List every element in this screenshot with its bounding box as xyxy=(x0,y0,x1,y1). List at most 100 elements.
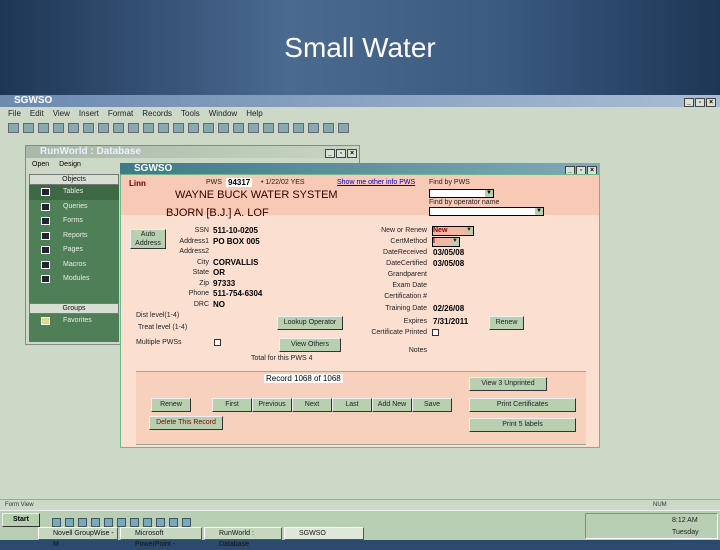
task-powerpoint[interactable]: Microsoft PowerPoint - xyxy=(120,527,202,548)
delete-record-button[interactable]: Delete This Record xyxy=(149,416,223,430)
field-value[interactable]: OR xyxy=(213,268,225,277)
field-value[interactable]: 511-10-0205 xyxy=(213,226,258,235)
calculator-icon[interactable] xyxy=(104,518,113,527)
menu-view[interactable]: View xyxy=(53,109,70,118)
find-pws-combo[interactable]: ▼ xyxy=(429,189,494,198)
folder-icon[interactable] xyxy=(78,518,87,527)
pws-field[interactable]: 94317 xyxy=(226,178,253,187)
object-modules[interactable]: Modules xyxy=(29,272,119,287)
cut-icon[interactable] xyxy=(83,123,94,133)
menu-tools[interactable]: Tools xyxy=(181,109,200,118)
last-button[interactable]: Last xyxy=(332,398,372,412)
filter-selection-icon[interactable] xyxy=(203,123,214,133)
other-info-link[interactable]: Show me other info PWS xyxy=(337,179,415,186)
lookup-operator-button[interactable]: Lookup Operator xyxy=(277,316,343,330)
menu-window[interactable]: Window xyxy=(209,109,237,118)
open-button[interactable]: Open xyxy=(32,161,49,168)
menu-records[interactable]: Records xyxy=(142,109,172,118)
nav-renew-button[interactable]: Renew xyxy=(151,398,191,412)
help-icon[interactable] xyxy=(338,123,349,133)
copy-icon[interactable] xyxy=(98,123,109,133)
hyperlink-icon[interactable] xyxy=(158,123,169,133)
print-preview-icon[interactable] xyxy=(53,123,64,133)
task-groupwise[interactable]: Novell GroupWise - M xyxy=(38,527,118,548)
object-forms[interactable]: Forms xyxy=(29,214,119,229)
format-painter-icon[interactable] xyxy=(128,123,139,133)
restore-button[interactable]: ▫ xyxy=(695,98,705,107)
task-runworld[interactable]: RunWorld : Database xyxy=(204,527,282,548)
word-icon[interactable] xyxy=(169,518,178,527)
find-name-combo[interactable]: ▼ xyxy=(429,207,544,216)
objects-header[interactable]: Objects xyxy=(29,174,119,185)
object-queries[interactable]: Queries xyxy=(29,200,119,215)
find-icon[interactable] xyxy=(248,123,259,133)
cert-field-value[interactable]: 03/05/08 xyxy=(433,248,464,257)
add-new-button[interactable]: Add New xyxy=(372,398,412,412)
previous-button[interactable]: Previous xyxy=(252,398,292,412)
field-value[interactable]: 511-754-6304 xyxy=(213,289,262,298)
desktop-icon[interactable] xyxy=(91,518,100,527)
new-object-icon[interactable] xyxy=(323,123,334,133)
object-macros[interactable]: Macros xyxy=(29,258,119,273)
menu-edit[interactable]: Edit xyxy=(30,109,44,118)
save-icon[interactable] xyxy=(23,123,34,133)
spelling-icon[interactable] xyxy=(68,123,79,133)
print-labels-button[interactable]: Print 5 labels xyxy=(469,418,576,432)
app-icon[interactable] xyxy=(117,518,126,527)
object-pages[interactable]: Pages xyxy=(29,243,119,258)
field-value[interactable]: 97333 xyxy=(213,279,235,288)
properties-icon[interactable] xyxy=(293,123,304,133)
save-button[interactable]: Save xyxy=(412,398,452,412)
next-button[interactable]: Next xyxy=(292,398,332,412)
menu-format[interactable]: Format xyxy=(108,109,133,118)
db-minimize-button[interactable]: _ xyxy=(325,149,335,158)
db-maximize-button[interactable]: ▫ xyxy=(336,149,346,158)
groups-header[interactable]: Groups xyxy=(29,302,119,314)
task-sgwso[interactable]: SGWSO xyxy=(284,527,364,540)
cert-field-value[interactable]: 02/26/08 xyxy=(433,304,464,313)
view-icon[interactable] xyxy=(8,123,19,133)
cert-field-value[interactable]: 03/05/08 xyxy=(433,259,464,268)
menu-insert[interactable]: Insert xyxy=(79,109,99,118)
outlook-icon[interactable] xyxy=(65,518,74,527)
filter-form-icon[interactable] xyxy=(218,123,229,133)
menu-file[interactable]: File xyxy=(8,109,21,118)
view-unprinted-button[interactable]: View 3 Unprinted xyxy=(469,377,547,391)
field-value[interactable]: NO xyxy=(213,300,225,309)
sort-ascending-icon[interactable] xyxy=(173,123,184,133)
print-icon[interactable] xyxy=(38,123,49,133)
database-window-icon[interactable] xyxy=(308,123,319,133)
menu-help[interactable]: Help xyxy=(246,109,262,118)
print-certificates-button[interactable]: Print Certificates xyxy=(469,398,576,412)
clock-icon[interactable] xyxy=(182,518,191,527)
db-close-button[interactable]: × xyxy=(347,149,357,158)
new-record-icon[interactable] xyxy=(263,123,274,133)
object-reports[interactable]: Reports xyxy=(29,229,119,244)
multiple-pws-checkbox[interactable] xyxy=(214,339,221,346)
cert-field-combo[interactable]: I ▼ xyxy=(432,237,460,247)
access-icon[interactable] xyxy=(130,518,139,527)
sort-descending-icon[interactable] xyxy=(188,123,199,133)
certificate-printed-checkbox[interactable] xyxy=(432,329,439,336)
cert-field-combo[interactable]: New ▼ xyxy=(432,226,474,236)
browser-icon[interactable] xyxy=(52,518,61,527)
start-button[interactable]: Start xyxy=(2,513,40,527)
folder-icon xyxy=(41,316,50,325)
cert-field-value[interactable]: 7/31/2011 xyxy=(433,317,468,326)
renew-button[interactable]: Renew xyxy=(489,316,524,330)
field-value[interactable]: PO BOX 005 xyxy=(213,237,260,246)
object-tables[interactable]: Tables xyxy=(29,185,119,200)
view-others-button[interactable]: View Others xyxy=(279,338,341,352)
paste-icon[interactable] xyxy=(113,123,124,133)
minimize-button[interactable]: _ xyxy=(684,98,694,107)
group-favorites[interactable]: Favorites xyxy=(29,314,119,329)
field-value[interactable]: CORVALLIS xyxy=(213,258,258,267)
delete-record-icon[interactable] xyxy=(278,123,289,133)
first-button[interactable]: First xyxy=(212,398,252,412)
undo-icon[interactable] xyxy=(143,123,154,133)
close-button[interactable]: × xyxy=(706,98,716,107)
excel-icon[interactable] xyxy=(156,518,165,527)
design-button[interactable]: Design xyxy=(59,161,81,168)
apply-filter-icon[interactable] xyxy=(233,123,244,133)
powerpoint-icon[interactable] xyxy=(143,518,152,527)
